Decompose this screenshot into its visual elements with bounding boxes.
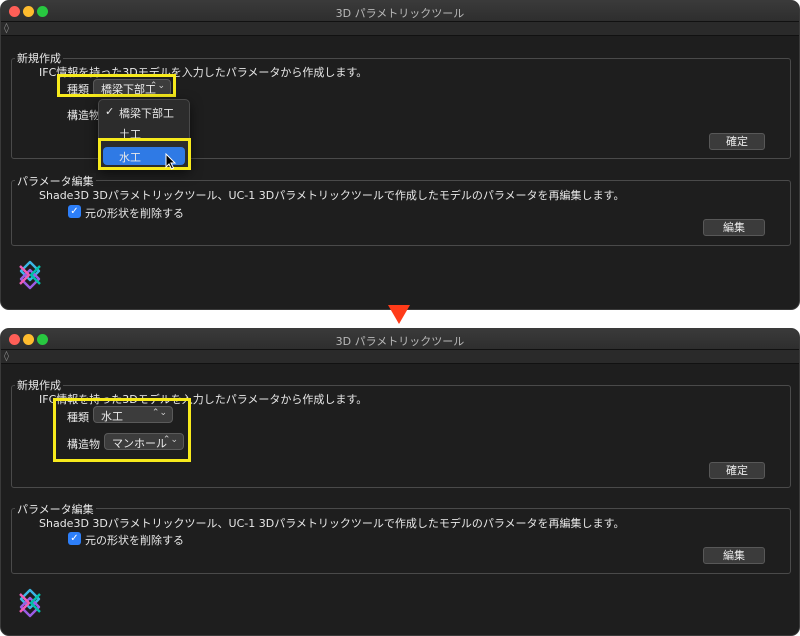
edit-button[interactable]: 編集 (703, 547, 765, 564)
window-title: 3D パラメトリックツール (335, 335, 465, 348)
highlight-box-type (57, 74, 176, 97)
checkmark-icon: ✓ (70, 206, 79, 217)
confirm-button[interactable]: 確定 (709, 133, 765, 150)
checkmark-icon: ✓ (70, 533, 79, 544)
menu-item-label: 橋梁下部工 (119, 107, 174, 120)
window-before: 3D パラメトリックツール ◊ 新規作成 IFC情報を持った3Dモデルを入力した… (0, 0, 800, 310)
title-bar[interactable]: 3D パラメトリックツール (1, 329, 799, 350)
app-logo-icon (19, 260, 41, 290)
delete-original-label: 元の形状を削除する (85, 534, 184, 547)
toolbar: ◊ (1, 350, 799, 364)
delete-original-checkbox[interactable]: ✓ (68, 205, 81, 218)
edit-section-description: Shade3D 3Dパラメトリックツール、UC-1 3Dパラメトリックツールで作… (39, 189, 625, 202)
delete-original-label: 元の形状を削除する (85, 207, 184, 220)
diamond-toggle-icon[interactable]: ◊ (4, 23, 9, 35)
toolbar: ◊ (1, 22, 799, 36)
diamond-toggle-icon[interactable]: ◊ (4, 351, 9, 363)
confirm-button[interactable]: 確定 (709, 462, 765, 479)
mouse-pointer-icon (165, 153, 177, 170)
menu-item-bridge[interactable]: ✓ 橋梁下部工 (99, 103, 189, 121)
highlight-box-menu (98, 138, 191, 170)
delete-original-checkbox[interactable]: ✓ (68, 532, 81, 545)
title-bar[interactable]: 3D パラメトリックツール (1, 1, 799, 22)
edit-button[interactable]: 編集 (703, 219, 765, 236)
structure-label: 構造物 (67, 109, 100, 122)
window-title: 3D パラメトリックツール (335, 7, 465, 20)
window-after: 3D パラメトリックツール ◊ 新規作成 IFC情報を持った3Dモデルを入力した… (0, 328, 800, 636)
edit-section-description: Shade3D 3Dパラメトリックツール、UC-1 3Dパラメトリックツールで作… (39, 517, 625, 530)
down-arrow-icon (388, 305, 410, 324)
app-logo-icon (19, 588, 41, 618)
checkmark-icon: ✓ (105, 105, 115, 118)
highlight-box-fields (53, 398, 191, 462)
